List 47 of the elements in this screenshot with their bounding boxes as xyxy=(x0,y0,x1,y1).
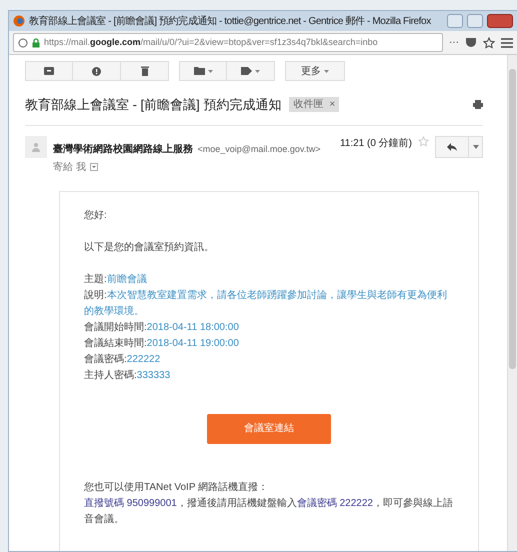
close-button[interactable] xyxy=(487,14,513,28)
email-time: 11:21 (0 分鐘前) xyxy=(340,136,412,150)
window-title: 教育部線上會議室 - [前瞻會議] 預約完成通知 - tottie@gentrice.net - Gentrice 郵件 - Mozilla Firefox xyxy=(29,14,432,28)
field-line: 會議結束時間:2018-04-11 19:00:00 xyxy=(84,336,240,350)
spam-button[interactable] xyxy=(73,61,121,81)
folder-button[interactable] xyxy=(179,61,227,81)
folder-icon xyxy=(194,67,204,75)
caret-icon[interactable] xyxy=(472,144,478,148)
intro-text: 以下是您的會議室預約資訊。 xyxy=(84,240,215,254)
lock-icon xyxy=(32,38,40,48)
field-line: 會議密碼:222222 xyxy=(84,352,162,366)
archive-button[interactable] xyxy=(25,61,73,81)
field-line: 會議開始時間:2018-04-11 18:00:00 xyxy=(84,320,240,334)
caret-icon xyxy=(255,70,260,72)
menu-icon[interactable] xyxy=(501,38,513,48)
inbox-label: 收件匣 × xyxy=(289,97,340,112)
browser-logo-icon xyxy=(13,15,25,27)
voip-intro-text: 您也可以使用TANet VoIP 網路話機直撥： xyxy=(84,480,270,494)
delete-button[interactable] xyxy=(121,61,169,81)
sender-name: 臺灣學術網路校園網路線上服務 xyxy=(53,144,193,154)
spam-icon xyxy=(92,66,101,76)
greeting-text: 您好: xyxy=(84,208,108,222)
page-actions-button[interactable]: ··· xyxy=(449,35,459,50)
address-bar[interactable]: https://mail.google.com/mail/u/0/?ui=2&view=btop&ver=sf1z3s4q7bkl&search=inbo xyxy=(13,33,443,52)
more-button[interactable]: 更多 xyxy=(285,61,345,81)
details-dropdown-icon[interactable] xyxy=(90,163,98,171)
voip-instructions-text: 直撥號碼 950999001，撥通後請用話機鍵盤輸入會議密碼 222222，即可參與線上語音會議。 xyxy=(84,496,454,526)
tag-icon xyxy=(241,67,252,75)
recipient-text: 寄給 我 xyxy=(53,160,86,174)
scrollbar[interactable] xyxy=(507,55,517,551)
info-icon xyxy=(18,38,28,48)
field-line: 主持人密碼:333333 xyxy=(84,368,172,382)
archive-icon xyxy=(44,67,54,75)
trash-icon xyxy=(140,66,148,76)
field-line: 說明:本次智慧教室建置需求，請各位老師踴躍參加討論，讓學生與老師有更為便利的教學環境。 xyxy=(84,288,448,318)
caret-icon xyxy=(208,70,212,72)
label-button[interactable] xyxy=(227,61,275,81)
field-line: 主題:前瞻會議 xyxy=(84,272,148,286)
reply-button[interactable] xyxy=(435,136,483,158)
sender-email: <moe_voip@mail.moe.gov.tw> xyxy=(197,144,320,154)
url-text: https://mail.google.com/mail/u/0/?ui=2&view=btop&ver=sf1z3s4q7bkl&search=inbo xyxy=(44,36,378,49)
email-subject: 教育部線上會議室 - [前瞻會議] 預約完成通知 xyxy=(25,96,282,114)
caret-icon xyxy=(324,70,329,72)
pocket-icon[interactable] xyxy=(465,37,477,48)
star-icon[interactable] xyxy=(483,36,495,48)
avatar-icon xyxy=(25,136,47,158)
reply-icon xyxy=(447,142,457,150)
